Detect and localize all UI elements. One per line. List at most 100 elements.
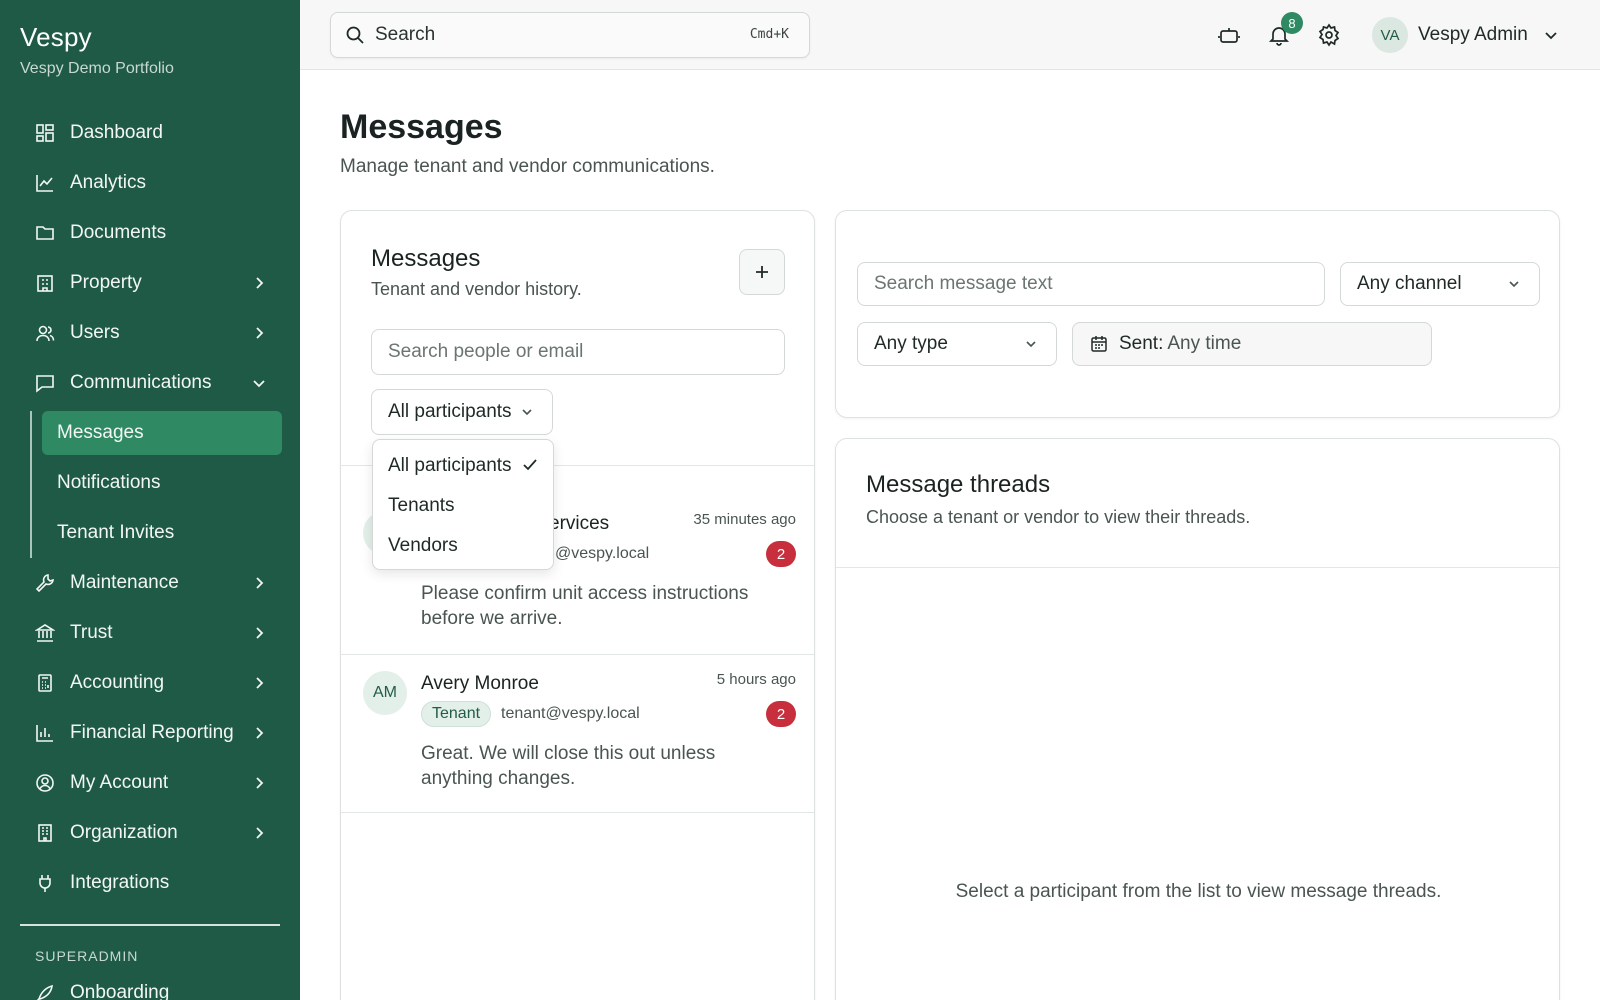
menu-item-all-participants[interactable]: All participants bbox=[373, 446, 553, 486]
sidebar-item-label: Accounting bbox=[70, 672, 165, 693]
participants-subtitle: Tenant and vendor history. bbox=[371, 279, 582, 299]
sidebar-item-organization[interactable]: Organization bbox=[20, 808, 282, 858]
sidebar-item-accounting[interactable]: Accounting bbox=[20, 658, 282, 708]
chevron-down-icon bbox=[250, 374, 268, 392]
sidebar-nav: Dashboard Analytics Documents Property U… bbox=[20, 108, 282, 908]
type-select-value: Any type bbox=[874, 333, 948, 354]
chevron-down-icon bbox=[1505, 275, 1523, 293]
empty-state-text: Select a participant from the list to vi… bbox=[955, 881, 1442, 902]
message-threads-subtitle: Choose a tenant or vendor to view their … bbox=[866, 507, 1251, 527]
people-search-input[interactable]: Search people or email bbox=[371, 329, 785, 375]
plus-icon bbox=[753, 263, 771, 281]
type-select[interactable]: Any type bbox=[857, 322, 1057, 366]
rocket-icon bbox=[35, 983, 55, 1000]
thread-preview: Great. We will close this out unless any… bbox=[421, 743, 716, 789]
message-threads-title: Message threads bbox=[866, 471, 1051, 498]
sidebar-item-integrations[interactable]: Integrations bbox=[20, 858, 282, 908]
participant-filter-menu: All participants Tenants Vendors bbox=[372, 439, 554, 570]
sidebar-item-dashboard[interactable]: Dashboard bbox=[20, 108, 282, 158]
sidebar-item-communications[interactable]: Communications bbox=[20, 358, 282, 408]
page-title: Messages bbox=[340, 108, 503, 146]
list-divider bbox=[341, 812, 814, 813]
unread-count-badge: 2 bbox=[766, 701, 796, 727]
sidebar-item-my-account[interactable]: My Account bbox=[20, 758, 282, 808]
message-threads-card: Message threads Choose a tenant or vendo… bbox=[835, 438, 1560, 1000]
sent-date-value: Any time bbox=[1167, 333, 1242, 354]
sidebar-item-label: Integrations bbox=[70, 872, 170, 893]
sidebar-item-label: Documents bbox=[70, 222, 167, 243]
robot-icon[interactable] bbox=[1217, 23, 1241, 47]
participant-list-item[interactable]: AM Avery Monroe 5 hours ago Tenant tenan… bbox=[341, 651, 814, 809]
global-search-placeholder: Search bbox=[375, 24, 436, 45]
chevron-down-icon[interactable] bbox=[1542, 26, 1560, 44]
unread-count-badge: 2 bbox=[766, 541, 796, 567]
sidebar-item-label: Maintenance bbox=[70, 572, 179, 593]
chevron-right-icon bbox=[250, 674, 268, 692]
channel-select-value: Any channel bbox=[1357, 273, 1462, 294]
sidebar-item-users[interactable]: Users bbox=[20, 308, 282, 358]
dashboard-icon bbox=[35, 123, 55, 143]
sidebar-item-label: Dashboard bbox=[70, 122, 163, 143]
building-icon bbox=[35, 273, 55, 293]
participant-email: @vespy.local bbox=[555, 545, 650, 562]
sidebar: Vespy Vespy Demo Portfolio Dashboard Ana… bbox=[0, 0, 300, 1000]
global-search[interactable]: Search Cmd+K bbox=[330, 12, 810, 58]
wrench-icon bbox=[35, 573, 55, 593]
sidebar-item-documents[interactable]: Documents bbox=[20, 208, 282, 258]
chevron-right-icon bbox=[250, 574, 268, 592]
sidebar-item-label: Communications bbox=[70, 372, 212, 393]
sidebar-item-financial-reporting[interactable]: Financial Reporting bbox=[20, 708, 282, 758]
message-filters-card: Search message text Any channel Any type… bbox=[835, 210, 1560, 418]
panel-divider bbox=[836, 567, 1559, 568]
sidebar-item-label: My Account bbox=[70, 772, 169, 793]
sidebar-item-analytics[interactable]: Analytics bbox=[20, 158, 282, 208]
menu-item-tenants[interactable]: Tenants bbox=[373, 486, 553, 526]
bar-chart-icon bbox=[35, 723, 55, 743]
page-subtitle: Manage tenant and vendor communications. bbox=[340, 156, 715, 177]
sidebar-item-onboarding[interactable]: Onboarding bbox=[35, 982, 169, 1000]
sidebar-item-label: Trust bbox=[70, 622, 113, 643]
user-avatar[interactable]: VA bbox=[1372, 17, 1408, 53]
office-icon bbox=[35, 823, 55, 843]
section-label-superadmin: SUPERADMIN bbox=[35, 948, 139, 964]
search-shortcut: Cmd+K bbox=[749, 27, 789, 42]
participant-avatar: AM bbox=[363, 671, 407, 715]
calculator-icon bbox=[35, 673, 55, 693]
chevron-right-icon bbox=[250, 724, 268, 742]
sidebar-subitem-tenant-invites[interactable]: Tenant Invites bbox=[42, 508, 282, 558]
sidebar-divider bbox=[20, 924, 280, 926]
sent-date-filter[interactable]: Sent: Any time bbox=[1072, 322, 1432, 366]
participant-email: tenant@vespy.local bbox=[501, 705, 640, 722]
menu-item-vendors[interactable]: Vendors bbox=[373, 526, 553, 566]
sidebar-item-label: Financial Reporting bbox=[70, 722, 234, 743]
notification-count-badge: 8 bbox=[1281, 12, 1303, 34]
channel-select[interactable]: Any channel bbox=[1340, 262, 1540, 306]
sidebar-subitem-notifications[interactable]: Notifications bbox=[42, 458, 282, 508]
chevron-right-icon bbox=[250, 324, 268, 342]
search-icon bbox=[345, 25, 365, 45]
participant-name: ervices bbox=[549, 513, 610, 534]
thread-time: 35 minutes ago bbox=[693, 511, 796, 528]
app-name: Vespy bbox=[20, 22, 92, 52]
sidebar-item-trust[interactable]: Trust bbox=[20, 608, 282, 658]
chevron-right-icon bbox=[250, 774, 268, 792]
check-icon bbox=[521, 456, 539, 474]
sidebar-item-property[interactable]: Property bbox=[20, 258, 282, 308]
participants-card: Messages Tenant and vendor history. Sear… bbox=[340, 210, 815, 1000]
folder-icon bbox=[35, 223, 55, 243]
communications-subnav: Messages Notifications Tenant Invites bbox=[30, 411, 282, 558]
sidebar-subitem-messages[interactable]: Messages bbox=[42, 411, 282, 455]
participants-title: Messages bbox=[371, 245, 481, 272]
new-message-button[interactable] bbox=[739, 249, 785, 295]
participant-filter-value: All participants bbox=[388, 401, 512, 422]
participant-filter-select[interactable]: All participants bbox=[371, 389, 553, 435]
bank-icon bbox=[35, 623, 55, 643]
sidebar-item-maintenance[interactable]: Maintenance bbox=[20, 558, 282, 608]
message-text-search-input[interactable]: Search message text bbox=[857, 262, 1325, 306]
chevron-down-icon bbox=[1022, 335, 1040, 353]
sidebar-item-label: Analytics bbox=[70, 172, 147, 193]
topbar: Search Cmd+K 8 VA Vespy Admin bbox=[300, 0, 1600, 70]
gear-icon[interactable] bbox=[1317, 23, 1341, 47]
user-name[interactable]: Vespy Admin bbox=[1418, 24, 1528, 46]
chevron-right-icon bbox=[250, 624, 268, 642]
